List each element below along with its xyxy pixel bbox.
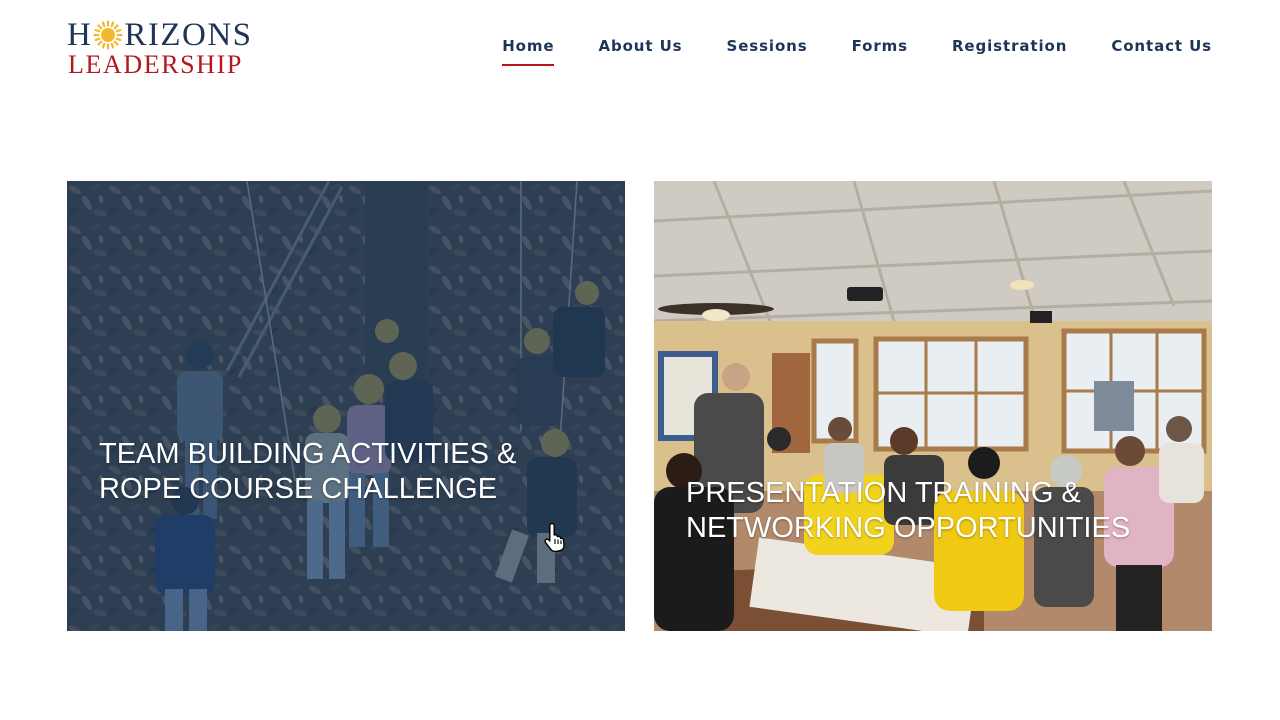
classroom-photo bbox=[654, 181, 1212, 631]
presentation-training-title: PRESENTATION TRAINING & NETWORKING OPPOR… bbox=[686, 476, 1130, 546]
rope-course-photo bbox=[67, 181, 625, 631]
presentation-training-title-line2: NETWORKING OPPORTUNITIES bbox=[686, 512, 1131, 544]
logo-letter-h: H bbox=[67, 17, 93, 53]
team-building-card[interactable]: TEAM BUILDING ACTIVITIES & ROPE COURSE C… bbox=[67, 181, 625, 631]
logo-line-leadership: LEADERSHIP bbox=[68, 50, 243, 79]
team-building-title: TEAM BUILDING ACTIVITIES & ROPE COURSE C… bbox=[99, 437, 516, 507]
logo-line-horizons: H RIZONS bbox=[67, 18, 253, 52]
sun-icon bbox=[93, 20, 123, 50]
nav-contact-us[interactable]: Contact Us bbox=[1111, 36, 1212, 56]
presentation-training-title-line1: PRESENTATION TRAINING & bbox=[686, 477, 1081, 509]
presentation-training-card[interactable]: PRESENTATION TRAINING & NETWORKING OPPOR… bbox=[654, 181, 1212, 631]
hand-pointer-icon bbox=[544, 522, 565, 552]
nav-sessions[interactable]: Sessions bbox=[726, 36, 807, 56]
nav-registration[interactable]: Registration bbox=[952, 36, 1067, 56]
logo-letters-rizons: RIZONS bbox=[124, 17, 253, 53]
nav-forms[interactable]: Forms bbox=[852, 36, 908, 56]
team-building-title-line2: ROPE COURSE CHALLENGE bbox=[99, 473, 498, 505]
nav-about-us[interactable]: About Us bbox=[598, 36, 682, 56]
site-logo[interactable]: H RIZONS LEADERSHIP bbox=[67, 18, 267, 80]
main-navigation: Home About Us Sessions Forms Registratio… bbox=[458, 36, 1212, 66]
team-building-title-line1: TEAM BUILDING ACTIVITIES & bbox=[99, 438, 517, 470]
nav-home[interactable]: Home bbox=[502, 36, 555, 66]
